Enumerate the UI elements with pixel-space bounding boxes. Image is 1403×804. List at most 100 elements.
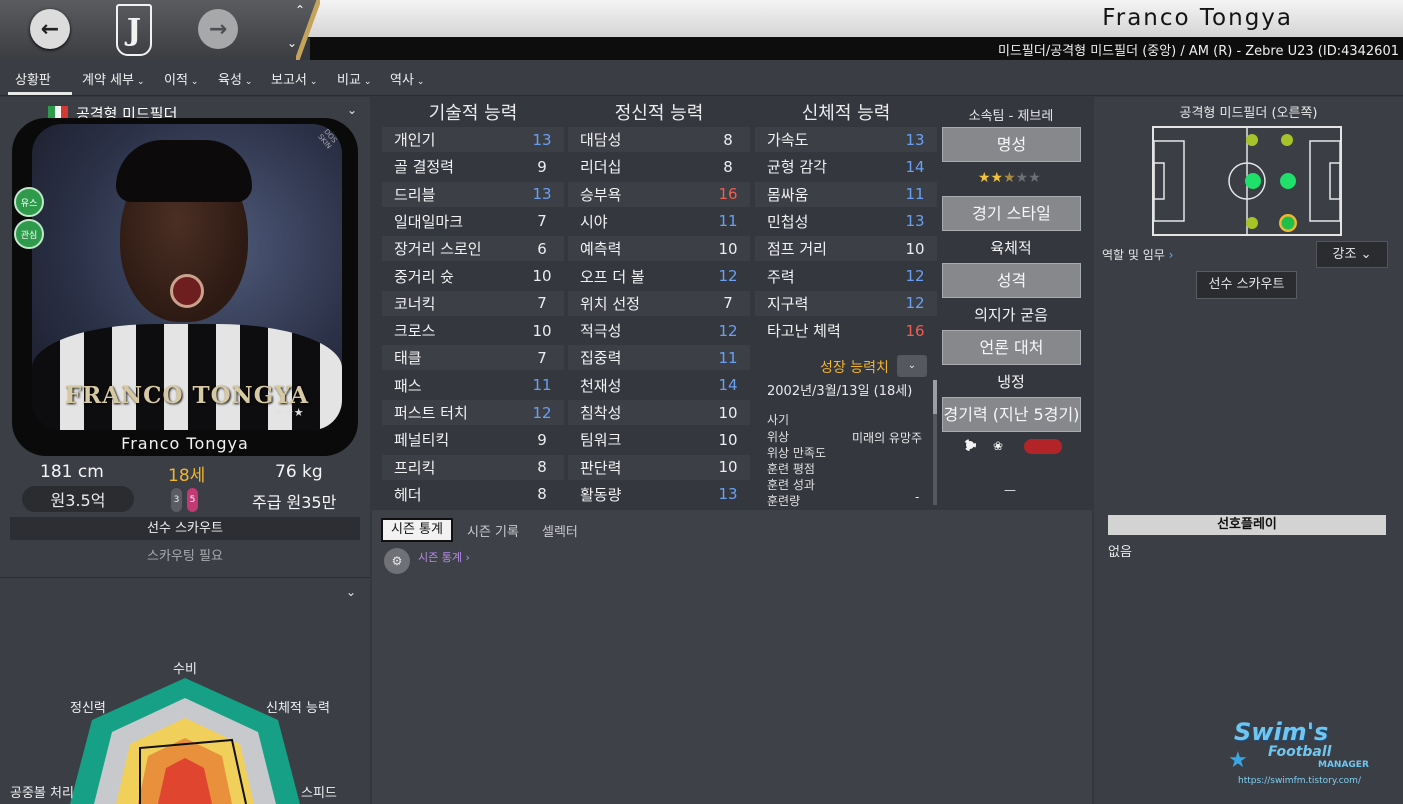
preferred-moves-header: 선호플레이 <box>1108 515 1386 535</box>
attribute-value: 11 <box>718 348 738 367</box>
chevron-down-icon[interactable]: ⌄ <box>287 36 297 50</box>
attribute-row[interactable]: 태클 7 <box>382 345 564 371</box>
age-value: 18세 <box>168 466 206 486</box>
attribute-name: 장거리 스로인 <box>394 240 482 259</box>
club-crest-icon[interactable]: J <box>116 4 152 56</box>
attribute-row[interactable]: 예측력 10 <box>568 236 750 262</box>
attribute-row[interactable]: 중거리 슛 10 <box>382 264 564 289</box>
player-portrait: FRANCO TONGYA ★★★ DOS SKIN <box>32 124 342 430</box>
menu-item-compare[interactable]: 비교 ⌄ <box>337 69 371 88</box>
attribute-row[interactable]: 패스 11 <box>382 373 564 398</box>
playstyle-button[interactable]: 경기 스타일 <box>942 196 1081 231</box>
panel-divider <box>0 577 370 578</box>
development-dropdown[interactable]: ⌄ <box>897 355 927 377</box>
attribute-row[interactable]: 골 결정력 9 <box>382 154 564 179</box>
youth-badge[interactable]: 유스 <box>14 187 44 217</box>
scout-player-button[interactable]: 선수 스카우트 <box>1196 271 1297 299</box>
attribute-row[interactable]: 균형 감각 14 <box>755 154 937 179</box>
attribute-row[interactable]: 타고난 체력 16 <box>755 318 937 343</box>
attribute-row[interactable]: 위치 선정 7 <box>568 290 750 316</box>
chevron-down-icon[interactable]: ⌄ <box>347 103 357 117</box>
attribute-row[interactable]: 승부욕 16 <box>568 181 750 207</box>
attribute-row[interactable]: 페널티킥 9 <box>382 427 564 452</box>
tab-season-record[interactable]: 시즌 기록 <box>467 521 519 540</box>
attribute-row[interactable]: 개인기 13 <box>382 127 564 152</box>
attribute-row[interactable]: 일대일마크 7 <box>382 209 564 234</box>
chevron-up-icon[interactable]: ⌃ <box>295 3 305 17</box>
tab-season-stats[interactable]: 시즌 통계 <box>381 518 453 542</box>
attribute-row[interactable]: 집중력 11 <box>568 345 750 371</box>
attribute-row[interactable]: 프리킥 8 <box>382 454 564 480</box>
menu-item-contract[interactable]: 계약 세부 ⌄ <box>82 69 145 88</box>
attribute-row[interactable]: 코너킥 7 <box>382 290 564 316</box>
player-title: Franco Tongya <box>1102 5 1293 31</box>
attribute-row[interactable]: 몸싸움 11 <box>755 181 937 207</box>
attribute-value: 12 <box>718 321 738 340</box>
development-scroll-thumb[interactable] <box>933 380 937 414</box>
tab-selector[interactable]: 셀렉터 <box>542 521 578 540</box>
attribute-value: 13 <box>532 130 552 149</box>
attribute-name: 민첩성 <box>767 212 809 231</box>
attribute-row[interactable]: 드리블 13 <box>382 181 564 207</box>
gear-icon[interactable]: ⚙ <box>384 548 410 574</box>
attribute-row[interactable]: 지구력 12 <box>755 290 937 316</box>
attribute-row[interactable]: 헤더 8 <box>382 482 564 507</box>
preferred-moves-value: 없음 <box>1108 545 1132 560</box>
attribute-row[interactable]: 팀워크 10 <box>568 427 750 452</box>
attribute-row[interactable]: 시야 11 <box>568 209 750 234</box>
chevron-down-icon: ⌄ <box>1360 247 1372 262</box>
menu-item-development[interactable]: 육성 ⌄ <box>218 69 252 88</box>
emphasis-dropdown[interactable]: 강조 ⌄ <box>1316 241 1388 268</box>
menu-item-history[interactable]: 역사 ⌄ <box>390 69 424 88</box>
form-button[interactable]: 경기력 (지난 5경기) <box>942 397 1081 432</box>
chevron-down-icon: ⌄ <box>136 77 145 87</box>
chevron-down-icon[interactable]: ⌄ <box>346 585 356 599</box>
attribute-row[interactable]: 가속도 13 <box>755 127 937 152</box>
attribute-row[interactable]: 천재성 14 <box>568 373 750 398</box>
menu-item-transfer[interactable]: 이적 ⌄ <box>164 69 198 88</box>
attribute-value: 10 <box>718 239 738 258</box>
attribute-row[interactable]: 퍼스트 터치 12 <box>382 400 564 425</box>
forward-button[interactable]: → <box>198 9 238 49</box>
attribute-row[interactable]: 활동량 13 <box>568 482 750 507</box>
attribute-row[interactable]: 판단력 10 <box>568 454 750 480</box>
scout-note: 스카우팅 필요 <box>147 549 223 564</box>
attribute-name: 골 결정력 <box>394 158 454 177</box>
attribute-row[interactable]: 침착성 10 <box>568 400 750 425</box>
season-stats-link[interactable]: 시즌 통계 › <box>418 549 470 565</box>
attribute-row[interactable]: 민첩성 13 <box>755 209 937 234</box>
pitch-dot-mc <box>1245 173 1261 189</box>
attribute-row[interactable]: 크로스 10 <box>382 318 564 343</box>
attribute-row[interactable]: 대담성 8 <box>568 127 750 152</box>
attribute-row[interactable]: 적극성 12 <box>568 318 750 343</box>
dev-morale: 사기 <box>767 413 790 427</box>
technical-header: 기술적 능력 <box>428 103 518 124</box>
attribute-value: 12 <box>718 267 738 285</box>
watermark-subtitle: Football <box>1268 744 1332 760</box>
attribute-name: 코너킥 <box>394 294 436 313</box>
menu-item-overview[interactable]: 상황판 <box>15 69 51 88</box>
reputation-button[interactable]: 명성 <box>942 127 1081 162</box>
media-handling-button[interactable]: 언론 대처 <box>942 330 1081 365</box>
attribute-value: 7 <box>537 294 547 313</box>
personality-button[interactable]: 성격 <box>942 263 1081 298</box>
attribute-row[interactable]: 점프 거리 10 <box>755 236 937 262</box>
menu-item-reports[interactable]: 보고서 ⌄ <box>271 69 317 88</box>
form-empty-value: — <box>1004 483 1016 497</box>
attribute-row[interactable]: 오프 더 볼 12 <box>568 264 750 289</box>
height-value: 181 cm <box>40 462 104 482</box>
role-duty-link[interactable]: 역할 및 임무 › <box>1102 246 1173 263</box>
attribute-row[interactable]: 주력 12 <box>755 264 937 289</box>
player-subtitle: 미드필더/공격형 미드필더 (중앙) / AM (R) - Zebre U23 … <box>997 44 1399 59</box>
watermark-star-icon: ★ <box>1228 748 1248 773</box>
attribute-row[interactable]: 리더십 8 <box>568 154 750 179</box>
transfer-value[interactable]: 원3.5억 <box>22 486 134 512</box>
chevron-down-icon: ⌄ <box>190 77 199 87</box>
attribute-value: 10 <box>905 239 925 258</box>
back-button[interactable]: ← <box>30 9 70 49</box>
attribute-row[interactable]: 장거리 스로인 6 <box>382 236 564 262</box>
attribute-value: 9 <box>537 430 547 449</box>
attribute-value: 8 <box>723 157 733 176</box>
interest-badge[interactable]: 관심 <box>14 219 44 249</box>
card-name: FRANCO TONGYA <box>64 382 310 409</box>
